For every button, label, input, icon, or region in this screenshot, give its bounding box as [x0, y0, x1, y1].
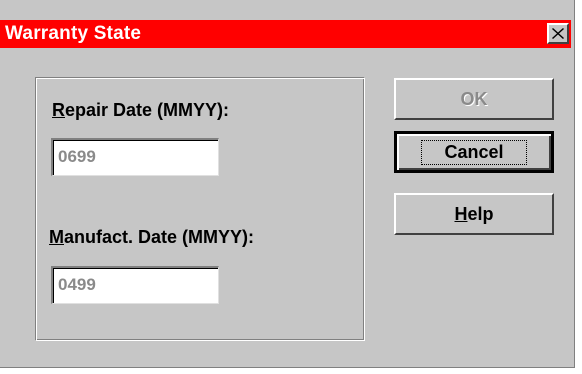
cancel-button[interactable]: Cancel [394, 131, 554, 173]
manufact-date-field[interactable]: 0499 [51, 266, 219, 304]
window-title: Warranty State [5, 23, 142, 44]
help-button[interactable]: Help [394, 193, 554, 235]
warranty-state-dialog: Warranty State Repair Date (MMYY): 0699 … [0, 0, 575, 368]
manufact-date-label: Manufact. Date (MMYY): [49, 227, 254, 248]
close-button[interactable] [547, 23, 569, 44]
repair-date-field[interactable]: 0699 [51, 138, 219, 176]
manufact-date-label-text: anufact. Date (MMYY): [64, 227, 255, 247]
repair-date-mnemonic: R [52, 100, 65, 120]
repair-date-label: Repair Date (MMYY): [52, 100, 229, 121]
manufact-date-mnemonic: M [49, 227, 64, 247]
title-bar[interactable]: Warranty State [0, 20, 571, 48]
cancel-button-label: Cancel [421, 139, 527, 165]
close-icon [552, 28, 564, 39]
help-mnemonic: H [454, 203, 468, 224]
ok-button[interactable]: OK [394, 78, 554, 120]
repair-date-label-text: epair Date (MMYY): [65, 100, 230, 120]
help-button-label: elp [467, 203, 494, 224]
